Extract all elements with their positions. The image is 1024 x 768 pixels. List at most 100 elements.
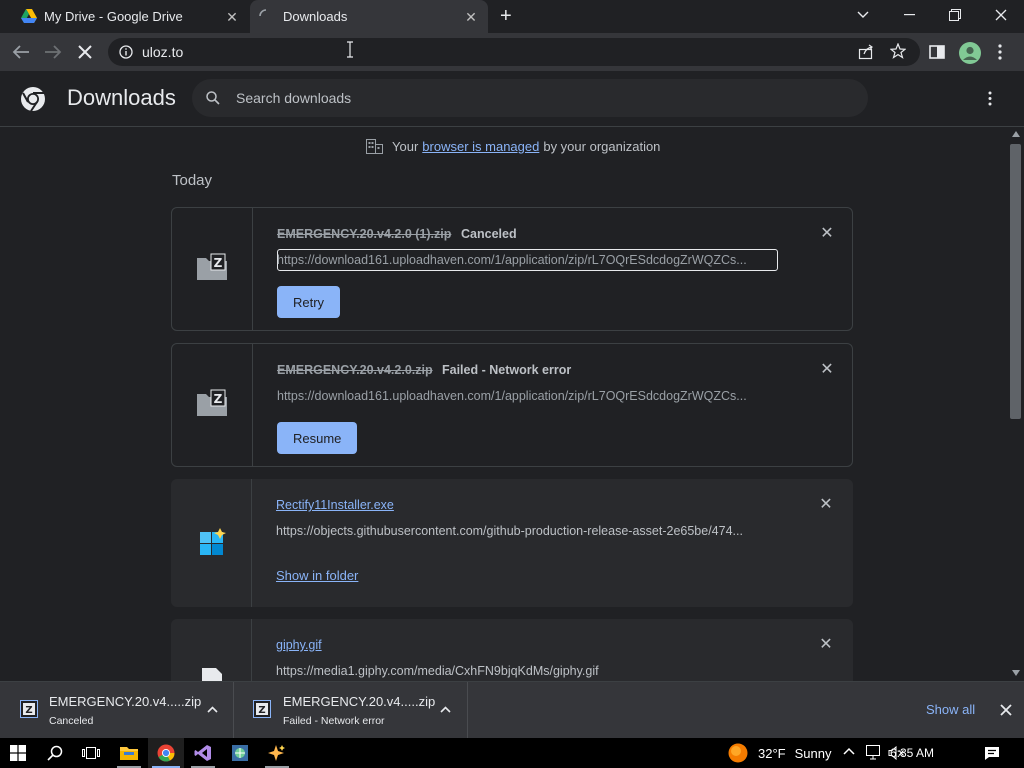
shelf-file-name: EMERGENCY.20.v4.....zip [283,694,436,709]
chrome-taskbar-icon[interactable] [148,738,184,768]
network-app-icon[interactable] [222,738,258,768]
close-tab-icon[interactable]: ✕ [463,9,479,25]
network-icon[interactable] [864,745,882,761]
file-name-link[interactable]: Rectify11Installer.exe [276,498,394,512]
profile-avatar[interactable] [959,42,981,64]
forward-button[interactable] [44,44,62,60]
date-section-heading: Today [172,172,213,189]
scrollbar-thumb[interactable] [1010,144,1021,419]
shelf-download-item[interactable]: Z EMERGENCY.20.v4.....zip Canceled [0,682,234,739]
minimize-button[interactable] [886,0,932,30]
restore-button[interactable] [932,0,978,30]
weather-widget[interactable]: 32°F Sunny [728,743,831,763]
windows-taskbar: 32°F Sunny 6:35 AM [0,738,1024,768]
bookmark-star-icon[interactable] [890,43,906,59]
menu-kebab-icon[interactable] [998,44,1002,60]
downloads-header: Downloads Search downloads [0,71,1024,127]
file-name: EMERGENCY.20.v4.2.0 (1).zip [277,227,452,241]
tab-title: Downloads [283,9,348,24]
start-button[interactable] [0,738,36,768]
system-clock[interactable]: 6:35 AM [890,746,934,760]
shelf-download-item[interactable]: Z EMERGENCY.20.v4.....zip Failed - Netwo… [234,682,468,739]
downloads-menu-icon[interactable] [988,91,992,106]
temperature: 32°F [758,745,786,761]
remove-item-close-icon[interactable]: ✕ [819,497,833,513]
download-shelf: Z EMERGENCY.20.v4.....zip Canceled Z EME… [0,681,1024,739]
source-url[interactable]: https://objects.githubusercontent.com/gi… [276,524,771,538]
svg-text:Z: Z [258,705,265,716]
browser-managed-link[interactable]: browser is managed [422,139,539,154]
downloads-list: Your browser is managed by your organiza… [0,127,1008,681]
download-item: Z EMERGENCY.20.v4.2.0 (1).zip Canceled h… [171,207,853,331]
address-bar[interactable]: uloz.to [108,38,920,66]
download-status: Failed - Network error [442,363,572,377]
sparkle-app-icon[interactable] [259,738,295,768]
chevron-up-tray-icon[interactable] [843,747,855,755]
installer-app-icon [198,528,226,556]
image-file-icon [201,667,223,681]
chrome-logo-icon [20,86,46,112]
chevron-up-icon[interactable] [207,706,218,713]
managed-notice: Your browser is managed by your organiza… [366,139,660,154]
browser-toolbar: uloz.to [0,33,1024,71]
file-name-link[interactable]: giphy.gif [276,638,322,652]
google-drive-icon [21,9,37,24]
zip-file-icon: Z [253,700,271,718]
chevron-down-icon [857,11,869,18]
scroll-up-arrow-icon[interactable] [1012,131,1020,137]
close-shelf-icon[interactable] [1000,704,1012,716]
file-icon-column: Z [172,344,253,466]
source-url[interactable]: https://media1.giphy.com/media/CxhFN9bjq… [276,664,771,678]
remove-item-close-icon[interactable]: ✕ [820,226,834,242]
page-title: Downloads [67,85,176,110]
download-item: Z EMERGENCY.20.v4.2.0.zip Failed - Netwo… [171,343,853,467]
search-downloads-input[interactable]: Search downloads [192,79,868,117]
chevron-up-icon[interactable] [440,706,451,713]
file-icon-column [171,619,252,681]
source-url[interactable]: https://download161.uploadhaven.com/1/ap… [277,389,772,403]
tab-search-button[interactable] [840,0,886,30]
site-info-icon[interactable] [119,45,133,59]
file-name: EMERGENCY.20.v4.2.0.zip [277,363,433,377]
task-view-icon[interactable] [73,738,109,768]
download-item: giphy.gif https://media1.giphy.com/media… [171,619,853,681]
share-icon[interactable] [858,44,874,60]
search-taskbar-icon[interactable] [36,738,73,768]
shelf-file-status: Failed - Network error [283,715,385,727]
download-status: Canceled [461,227,517,241]
tab-strip: My Drive - Google Drive ✕ Downloads ✕ + [0,0,1024,33]
visual-studio-icon[interactable] [185,738,221,768]
svg-text:Z: Z [214,392,223,406]
text-cursor-icon [346,41,354,58]
url-text: uloz.to [142,44,184,60]
resume-button[interactable]: Resume [277,422,358,454]
source-url[interactable]: https://download161.uploadhaven.com/1/ap… [277,253,772,267]
loading-spinner-icon [259,9,273,23]
shelf-file-status: Canceled [49,715,94,727]
stop-loading-button[interactable] [77,44,93,60]
close-window-button[interactable] [978,0,1024,30]
tab-downloads[interactable]: Downloads ✕ [250,0,488,33]
zip-file-icon: Z [20,700,38,718]
file-explorer-icon[interactable] [111,738,147,768]
show-all-link[interactable]: Show all [926,702,975,717]
file-icon-column [171,479,252,607]
tab-title: My Drive - Google Drive [44,9,183,24]
show-in-folder-link[interactable]: Show in folder [276,568,358,583]
building-icon [366,139,383,154]
svg-text:Z: Z [25,705,32,716]
zip-file-icon: Z [196,253,228,281]
shelf-file-name: EMERGENCY.20.v4.....zip [49,694,202,709]
side-panel-icon[interactable] [929,44,945,60]
scroll-down-arrow-icon[interactable] [1012,670,1020,676]
remove-item-close-icon[interactable]: ✕ [819,637,833,653]
retry-button[interactable]: Retry [277,286,341,318]
new-tab-button[interactable]: + [500,5,512,28]
remove-item-close-icon[interactable]: ✕ [820,362,834,378]
close-tab-icon[interactable]: ✕ [224,9,240,25]
tab-google-drive[interactable]: My Drive - Google Drive ✕ [8,0,248,33]
back-button[interactable] [12,44,30,60]
managed-prefix: Your [392,139,419,154]
zip-file-icon: Z [196,389,228,417]
notification-center-icon[interactable] [984,746,1000,761]
